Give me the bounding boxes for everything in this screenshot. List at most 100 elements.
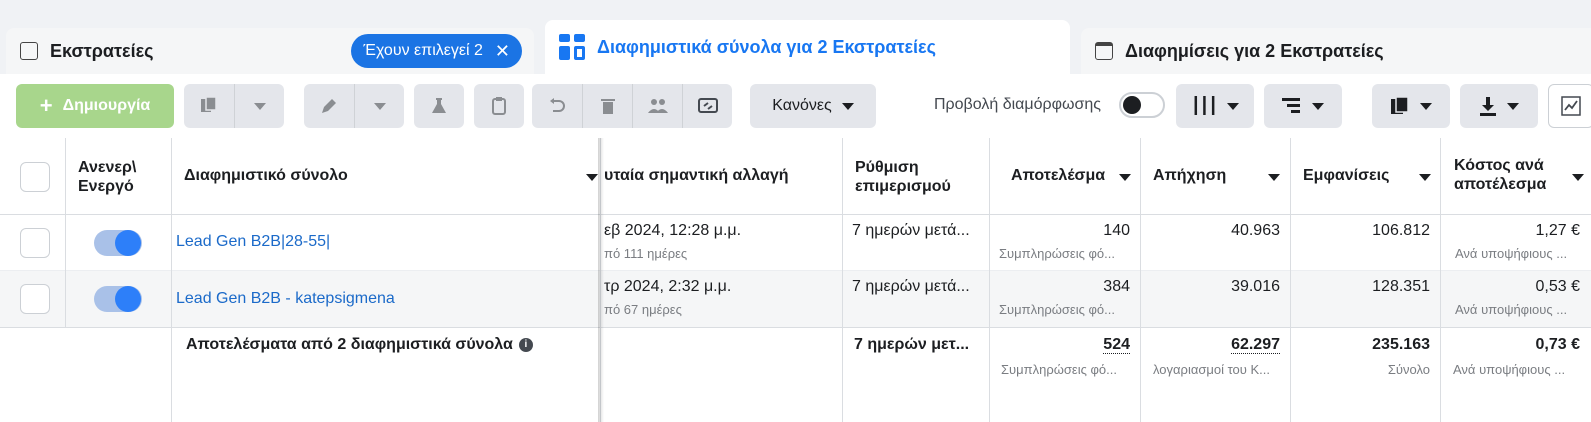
column-divider <box>989 138 990 422</box>
summary-reach-type: λογαριασμοί του Κ... <box>1153 362 1270 377</box>
undo-button[interactable] <box>532 84 582 128</box>
header-results[interactable]: Αποτελέσμα <box>1011 167 1109 185</box>
chevron-down-icon <box>253 102 266 110</box>
plus-icon: + <box>39 93 53 118</box>
last-edit-ago: πό 67 ημέρες <box>604 302 682 317</box>
breakdown-icon <box>1282 98 1300 113</box>
chevron-down-icon[interactable] <box>1268 174 1280 181</box>
duplicate-icon <box>201 96 217 112</box>
header-onoff[interactable]: Ανενερ\ Ενεργό <box>78 158 144 196</box>
breakdown-button[interactable] <box>1264 84 1342 128</box>
chevron-down-icon <box>1420 102 1432 110</box>
tab-ads-label: Διαφημίσεις για 2 Εκστρατείες <box>1125 40 1384 61</box>
column-divider <box>171 138 172 422</box>
clipboard-icon <box>492 97 506 115</box>
row-checkbox[interactable] <box>20 284 50 314</box>
chevron-down-icon[interactable] <box>1119 174 1131 181</box>
chevron-down-icon <box>373 102 386 110</box>
trash-icon <box>600 99 615 114</box>
reports-icon <box>1391 96 1409 114</box>
close-icon[interactable]: ✕ <box>495 41 510 62</box>
delivery-toggle[interactable] <box>94 230 142 256</box>
tab-ads[interactable]: Διαφημίσεις για 2 Εκστρατείες <box>1081 28 1591 74</box>
clipboard-button[interactable] <box>474 84 524 128</box>
columns-button[interactable]: ┃┃┃ <box>1176 84 1254 128</box>
view-setup-toggle[interactable] <box>1119 92 1165 118</box>
results-type: Συμπληρώσεις φό... <box>999 302 1115 317</box>
info-icon[interactable]: i <box>518 337 533 352</box>
last-edit-date: εβ 2024, 12:28 μ.μ. <box>604 222 742 239</box>
tab-adsets[interactable]: Διαφημιστικά σύνολα για 2 Εκστρατείες <box>545 20 1070 74</box>
columns-icon: ┃┃┃ <box>1191 98 1218 115</box>
summary-label-text: Αποτελέσματα από 2 διαφημιστικά σύνολα <box>186 336 513 353</box>
column-divider <box>1440 138 1441 422</box>
summary-impressions-type: Σύνολο <box>1387 362 1430 377</box>
header-impressions[interactable]: Εμφανίσεις <box>1303 167 1389 185</box>
create-button[interactable]: + Δημιουργία <box>16 84 174 128</box>
selected-count-label: Έχουν επιλεγεί 2 <box>363 42 483 59</box>
cpr-type: Ανά υποψήφιους ... <box>1455 246 1568 261</box>
charts-button[interactable] <box>1548 84 1591 128</box>
undo-icon <box>550 98 565 112</box>
summary-impressions: 235.163 <box>1372 336 1430 353</box>
chevron-down-icon <box>1312 102 1324 110</box>
rules-dropdown[interactable]: Κανόνες <box>750 84 876 128</box>
tab-campaigns-label: Εκστρατείες <box>50 40 154 61</box>
summary-reach-value[interactable]: 62.297 <box>1231 336 1280 354</box>
attribution-value: 7 ημερών μετά... <box>852 278 970 295</box>
audience-button[interactable] <box>632 84 682 128</box>
create-label: Δημιουργία <box>62 97 151 114</box>
reach-value: 39.016 <box>1231 278 1280 295</box>
adset-name-link[interactable]: Lead Gen B2B|28-55| <box>176 233 330 251</box>
delivery-toggle[interactable] <box>94 286 142 312</box>
summary-row: Αποτελέσματα από 2 διαφημιστικά σύνολα i … <box>0 328 1591 422</box>
column-divider <box>842 138 843 422</box>
select-all-checkbox[interactable] <box>20 162 50 192</box>
row-checkbox[interactable] <box>20 228 50 258</box>
header-onoff-line2: Ενεργό <box>78 178 134 195</box>
edit-button[interactable] <box>304 84 354 128</box>
header-reach[interactable]: Απήχηση <box>1153 167 1226 185</box>
tab-campaigns[interactable]: Εκστρατείες Έχουν επιλεγεί 2 ✕ <box>6 28 534 74</box>
column-divider <box>65 138 66 328</box>
header-adset-name[interactable]: Διαφημιστικό σύνολο <box>184 167 348 185</box>
header-onoff-line1: Ανενερ\ <box>78 159 137 176</box>
header-cost-per-result[interactable]: Κόστος ανά αποτέλεσμα <box>1454 156 1546 194</box>
frozen-column-shadow <box>598 138 604 422</box>
cpr-value: 0,53 € <box>1535 278 1580 295</box>
last-edit-ago: πό 111 ημέρες <box>604 246 688 261</box>
selected-filter-pill[interactable]: Έχουν επιλεγεί 2 ✕ <box>351 34 522 68</box>
duplicate-dropdown[interactable] <box>234 84 284 128</box>
delete-button[interactable] <box>582 84 632 128</box>
reach-value: 40.963 <box>1231 222 1280 239</box>
preview-button[interactable] <box>682 84 732 128</box>
rules-label: Κανόνες <box>772 97 832 114</box>
chevron-down-icon <box>1507 102 1519 110</box>
edit-dropdown[interactable] <box>354 84 404 128</box>
table-row[interactable]: Lead Gen B2B - katepsigmena τρ 2024, 2:3… <box>0 271 1591 328</box>
adset-name-link[interactable]: Lead Gen B2B - katepsigmena <box>176 290 395 308</box>
header-attribution-line2: επιμερισμού <box>855 178 951 195</box>
chevron-down-icon[interactable] <box>1419 174 1431 181</box>
duplicate-button[interactable] <box>184 84 234 128</box>
sort-caret-icon[interactable] <box>586 174 598 181</box>
results-type: Συμπληρώσεις φό... <box>999 246 1115 261</box>
cpr-type: Ανά υποψήφιους ... <box>1455 302 1568 317</box>
chevron-down-icon <box>841 102 854 110</box>
header-last-edit[interactable]: υταία σημαντική αλλαγή <box>604 167 788 185</box>
header-attribution[interactable]: Ρύθμιση επιμερισμού <box>855 158 951 196</box>
chevron-down-icon[interactable] <box>1572 174 1584 181</box>
impressions-value: 128.351 <box>1372 278 1430 295</box>
toolbar: + Δημιουργία Κανόνες Προβολή διαμόρφωσης… <box>0 74 1591 138</box>
reports-button[interactable] <box>1372 84 1450 128</box>
results-value: 384 <box>1103 278 1130 295</box>
pencil-icon <box>322 99 336 113</box>
export-button[interactable] <box>1460 84 1538 128</box>
summary-results-value[interactable]: 524 <box>1103 336 1130 354</box>
chevron-down-icon <box>1226 102 1239 110</box>
table-row[interactable]: Lead Gen B2B|28-55| εβ 2024, 12:28 μ.μ. … <box>0 215 1591 271</box>
summary-cpr-type: Ανά υποψήφιους ... <box>1453 362 1566 377</box>
summary-cpr: 0,73 € <box>1535 336 1580 353</box>
ab-test-button[interactable] <box>414 84 464 128</box>
summary-results: 524 <box>990 336 1130 354</box>
